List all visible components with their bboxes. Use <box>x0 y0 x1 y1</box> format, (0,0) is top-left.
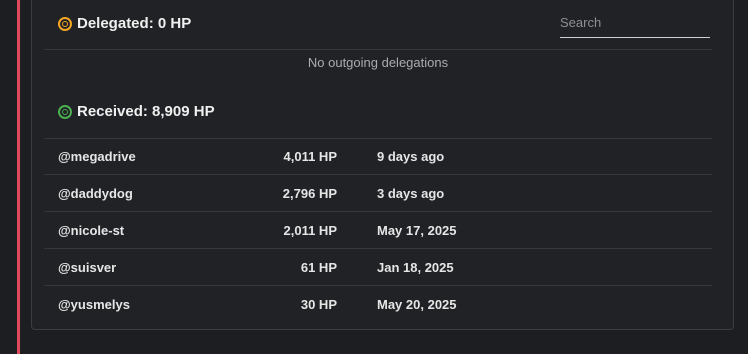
delegation-amount: 4,011 HP <box>283 149 338 164</box>
delegation-date: May 20, 2025 <box>377 297 457 312</box>
table-row: @yusmelys 30 HP May 20, 2025 <box>44 286 712 323</box>
delegator-link[interactable]: @daddydog <box>58 186 133 201</box>
table-row: @nicole-st 2,011 HP May 17, 2025 <box>44 212 712 249</box>
delegation-amount: 2,796 HP <box>282 186 337 201</box>
table-row: @megadrive 4,011 HP 9 days ago <box>44 138 712 175</box>
delegator-link[interactable]: @nicole-st <box>58 223 124 238</box>
delegated-header: Delegated: 0 HP <box>44 1 712 50</box>
delegation-date: 3 days ago <box>377 186 445 201</box>
delegator-link[interactable]: @suisver <box>58 260 116 275</box>
received-ring-icon <box>58 104 72 119</box>
left-accent-bar <box>17 0 20 354</box>
table-row: @suisver 61 HP Jan 18, 2025 <box>44 249 712 286</box>
delegated-ring-icon <box>58 16 72 31</box>
received-label: Received: 8,909 HP <box>77 103 215 120</box>
delegation-date: Jan 18, 2025 <box>377 260 454 275</box>
delegations-panel: Delegated: 0 HP No outgoing delegations … <box>31 0 734 330</box>
delegation-amount: 61 HP <box>300 260 337 275</box>
delegation-date: 9 days ago <box>377 149 445 164</box>
delegator-link[interactable]: @yusmelys <box>58 297 130 312</box>
delegation-amount: 2,011 HP <box>283 223 338 238</box>
search-input[interactable] <box>560 7 710 38</box>
received-title: Received: 8,909 HP <box>58 103 215 120</box>
table-row: @daddydog 2,796 HP 3 days ago <box>44 175 712 212</box>
delegated-label: Delegated: 0 HP <box>77 15 192 32</box>
delegation-amount: 30 HP <box>300 297 337 312</box>
received-delegations-table: @megadrive 4,011 HP 9 days ago @daddydog… <box>44 138 712 323</box>
delegated-title: Delegated: 0 HP <box>58 15 191 32</box>
delegator-link[interactable]: @megadrive <box>58 149 136 164</box>
delegation-date: May 17, 2025 <box>377 223 457 238</box>
no-delegations-message: No outgoing delegations <box>307 55 449 70</box>
